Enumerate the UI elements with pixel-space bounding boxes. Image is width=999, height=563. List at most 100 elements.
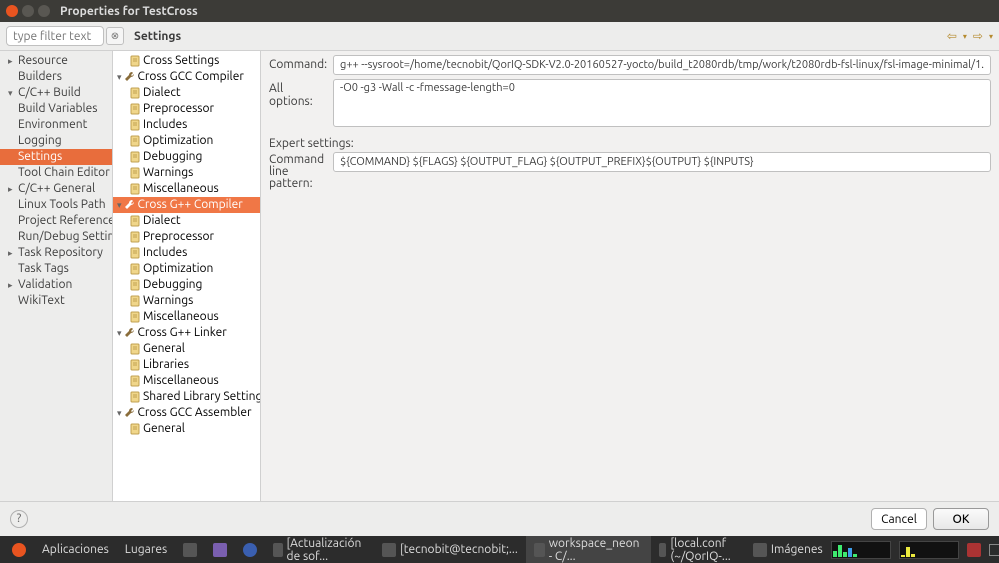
minimize-window-icon[interactable] — [22, 5, 34, 17]
pattern-input[interactable] — [333, 152, 991, 172]
tree-node-cross-gcc-assembler[interactable]: ▾Cross GCC Assembler — [113, 405, 260, 421]
tree-node-warnings[interactable]: Warnings — [113, 165, 260, 181]
clear-filter-icon[interactable]: ⊗ — [106, 27, 124, 45]
expander-icon[interactable]: ▾ — [117, 198, 122, 212]
tree-node-miscellaneous[interactable]: Miscellaneous — [113, 181, 260, 197]
nav-forward-icon[interactable]: ⇨ — [973, 29, 983, 43]
files-icon[interactable] — [205, 536, 235, 563]
taskbar[interactable]: Aplicaciones Lugares [Actualización de s… — [0, 536, 999, 563]
nav-item-validation[interactable]: ▸Validation — [0, 277, 112, 293]
tree-node-libraries[interactable]: Libraries — [113, 357, 260, 373]
settings-tree[interactable]: Cross Settings▾Cross GCC CompilerDialect… — [113, 51, 261, 501]
ubuntu-menu-icon[interactable] — [4, 536, 34, 563]
firefox-icon[interactable] — [235, 536, 265, 563]
header-row: ⊗ Settings ⇦ ▾ ⇨ ▾ — [0, 22, 999, 51]
page-icon — [129, 135, 141, 147]
ok-button[interactable]: OK — [933, 508, 989, 530]
tree-node-shared-library-settings[interactable]: Shared Library Settings — [113, 389, 260, 405]
help-icon[interactable]: ? — [10, 510, 28, 528]
places-menu[interactable]: Lugares — [117, 536, 175, 563]
page-icon — [129, 247, 141, 259]
category-nav[interactable]: ▸ResourceBuilders▾C/C++ BuildBuild Varia… — [0, 51, 113, 501]
nav-item-logging[interactable]: Logging — [0, 133, 112, 149]
nav-item-c-c-general[interactable]: ▸C/C++ General — [0, 181, 112, 197]
expander-icon[interactable]: ▸ — [8, 182, 16, 196]
tree-node-includes[interactable]: Includes — [113, 245, 260, 261]
network-monitor-icon[interactable] — [899, 541, 959, 559]
alloptions-textarea[interactable] — [333, 79, 991, 127]
nav-item-resource[interactable]: ▸Resource — [0, 53, 112, 69]
nav-forward-menu-icon[interactable]: ▾ — [989, 32, 993, 41]
nav-back-menu-icon[interactable]: ▾ — [963, 32, 967, 41]
app-tray-icon[interactable] — [967, 543, 981, 557]
nav-item-linux-tools-path[interactable]: Linux Tools Path — [0, 197, 112, 213]
tree-node-label: Miscellaneous — [143, 374, 219, 388]
taskbar-window-2[interactable]: workspace_neon - C/... — [526, 536, 651, 563]
nav-item-wikitext[interactable]: WikiText — [0, 293, 112, 309]
tree-node-preprocessor[interactable]: Preprocessor — [113, 101, 260, 117]
expander-icon[interactable]: ▾ — [117, 406, 122, 420]
expander-icon[interactable]: ▸ — [8, 54, 16, 68]
system-monitor-icon[interactable] — [831, 541, 891, 559]
taskbar-window-4[interactable]: Imágenes — [745, 536, 831, 563]
workspace-icon[interactable] — [989, 544, 999, 556]
terminal-icon[interactable] — [175, 536, 205, 563]
tree-node-optimization[interactable]: Optimization — [113, 133, 260, 149]
tree-node-dialect[interactable]: Dialect — [113, 85, 260, 101]
expander-icon[interactable]: ▸ — [8, 278, 16, 292]
expander-icon[interactable]: ▾ — [8, 86, 16, 100]
expander-icon[interactable]: ▾ — [117, 70, 122, 84]
command-input[interactable] — [333, 55, 991, 75]
tree-node-miscellaneous[interactable]: Miscellaneous — [113, 309, 260, 325]
tree-node-label: Miscellaneous — [143, 182, 219, 196]
nav-item-builders[interactable]: Builders — [0, 69, 112, 85]
taskbar-window-1[interactable]: [tecnobit@tecnobit;... — [374, 536, 526, 563]
close-window-icon[interactable] — [6, 5, 18, 17]
nav-item-build-variables[interactable]: Build Variables — [0, 101, 112, 117]
apps-menu[interactable]: Aplicaciones — [34, 536, 117, 563]
wrench-icon — [124, 199, 136, 211]
expander-icon[interactable]: ▸ — [8, 246, 16, 260]
cancel-button[interactable]: Cancel — [871, 508, 927, 530]
page-title: Settings — [134, 30, 181, 43]
tree-node-miscellaneous[interactable]: Miscellaneous — [113, 373, 260, 389]
tree-node-preprocessor[interactable]: Preprocessor — [113, 229, 260, 245]
tree-node-general[interactable]: General — [113, 421, 260, 437]
expander-icon[interactable]: ▾ — [117, 326, 122, 340]
wrench-icon — [124, 327, 136, 339]
titlebar[interactable]: Properties for TestCross — [0, 0, 999, 22]
tree-node-cross-gcc-compiler[interactable]: ▾ Cross GCC Compiler — [113, 69, 260, 85]
tree-node-label: Cross GCC Compiler — [138, 70, 244, 84]
nav-item-run-debug-settings[interactable]: Run/Debug Settings — [0, 229, 112, 245]
tree-node-warnings[interactable]: Warnings — [113, 293, 260, 309]
tree-node-cross-g-compiler[interactable]: ▾Cross G++ Compiler — [113, 197, 260, 213]
tree-node-cross-g-linker[interactable]: ▾Cross G++ Linker — [113, 325, 260, 341]
nav-item-environment[interactable]: Environment — [0, 117, 112, 133]
tree-node-debugging[interactable]: Debugging — [113, 277, 260, 293]
content-panel: Command: All options: Expert settings: C… — [261, 51, 999, 501]
page-icon — [129, 375, 141, 387]
maximize-window-icon[interactable] — [38, 5, 50, 17]
tree-node-label: Optimization — [143, 134, 213, 148]
tree-node-label: Shared Library Settings — [143, 390, 261, 404]
nav-back-icon[interactable]: ⇦ — [947, 29, 957, 43]
nav-item-tool-chain-editor[interactable]: Tool Chain Editor — [0, 165, 112, 181]
filter-input[interactable] — [6, 26, 104, 46]
nav-item-task-repository[interactable]: ▸Task Repository — [0, 245, 112, 261]
page-icon — [129, 279, 141, 291]
nav-item-project-references[interactable]: Project References — [0, 213, 112, 229]
tree-node-dialect[interactable]: Dialect — [113, 213, 260, 229]
tree-node-debugging[interactable]: Debugging — [113, 149, 260, 165]
tree-node-label: General — [143, 422, 185, 436]
tree-node-cross-settings[interactable]: Cross Settings — [113, 53, 260, 69]
taskbar-window-3[interactable]: [local.conf (~/QorIQ-... — [651, 536, 745, 563]
tree-node-label: Libraries — [143, 358, 189, 372]
tree-node-general[interactable]: General — [113, 341, 260, 357]
nav-item-c-c-build[interactable]: ▾C/C++ Build — [0, 85, 112, 101]
nav-item-settings[interactable]: Settings — [0, 149, 112, 165]
tree-node-includes[interactable]: Includes — [113, 117, 260, 133]
alloptions-label: All options: — [269, 79, 327, 108]
tree-node-optimization[interactable]: Optimization — [113, 261, 260, 277]
nav-item-task-tags[interactable]: Task Tags — [0, 261, 112, 277]
taskbar-window-0[interactable]: [Actualización de sof... — [265, 536, 374, 563]
